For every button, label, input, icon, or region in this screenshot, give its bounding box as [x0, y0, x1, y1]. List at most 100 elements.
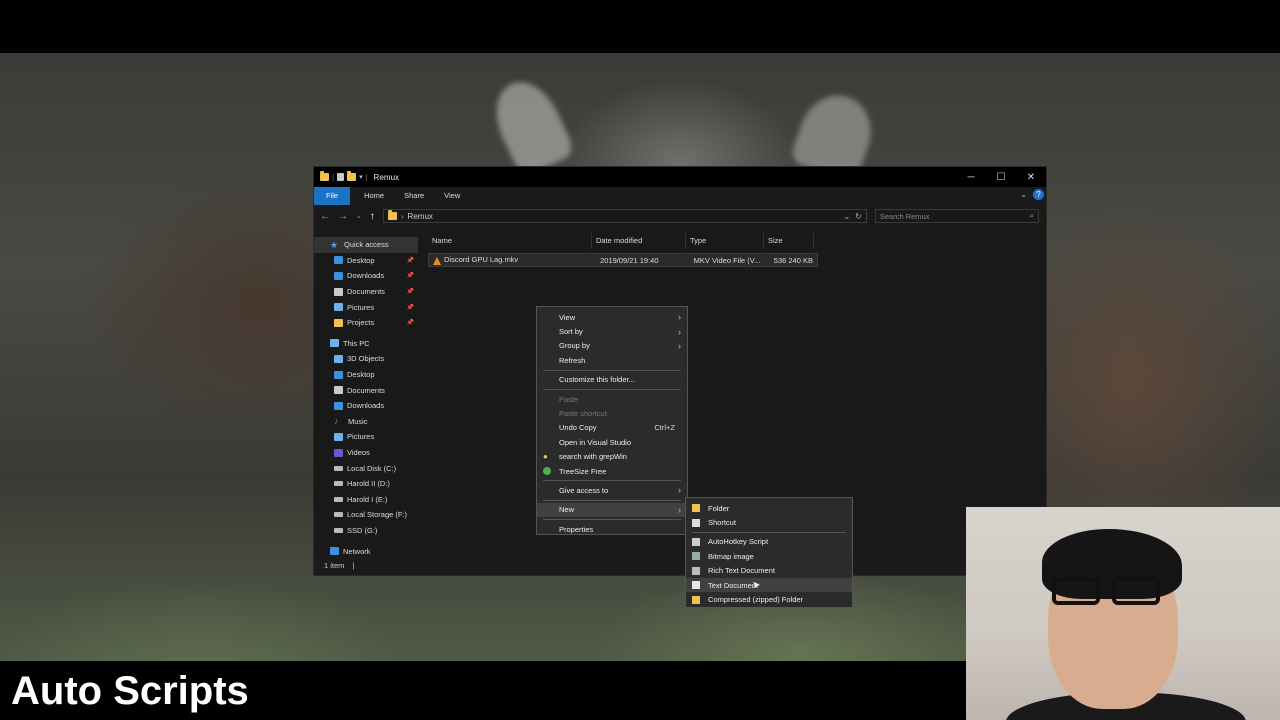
menu-item-paste[interactable]: Paste	[537, 392, 687, 406]
forward-icon[interactable]: →	[338, 211, 348, 222]
menu-separator	[692, 531, 846, 533]
image-icon	[692, 552, 700, 561]
nav-item-drive-e[interactable]: Harold I (E:)	[314, 492, 418, 508]
ribbon: File Home Share View ⌄ ?	[314, 187, 1046, 205]
nav-item-drive-f[interactable]: Local Storage (F:)	[314, 507, 418, 523]
nav-item-downloads-pc[interactable]: Downloads	[314, 398, 418, 414]
nav-this-pc[interactable]: This PC	[314, 336, 418, 352]
nav-quick-access[interactable]: ★ Quick access	[314, 237, 418, 253]
nav-item-drive-c[interactable]: Local Disk (C:)	[314, 460, 418, 476]
customize-toolbar-icon[interactable]: ▾	[359, 173, 363, 181]
nav-item-pictures-pc[interactable]: Pictures	[314, 429, 418, 445]
file-row[interactable]: Discord GPU Lag.mkv 2019/09/21 19:40 MKV…	[428, 253, 818, 267]
nav-item-downloads[interactable]: Downloads 📌	[314, 268, 418, 284]
menu-item-undo-copy[interactable]: Undo Copy Ctrl+Z	[537, 421, 687, 435]
menu-separator	[543, 388, 681, 390]
up-icon[interactable]: ↑	[370, 211, 375, 222]
desktop-icon	[334, 370, 343, 379]
folder-icon	[387, 210, 397, 220]
recent-locations-icon[interactable]: ⌄	[356, 212, 362, 220]
column-size[interactable]: Size	[764, 233, 814, 249]
new-item-rich-text[interactable]: Rich Text Document	[686, 564, 852, 578]
column-name[interactable]: Name	[418, 233, 592, 249]
properties-icon[interactable]	[337, 173, 345, 181]
menu-item-refresh[interactable]: Refresh	[537, 353, 687, 367]
address-bar-row: ← → ⌄ ↑ › Remux ⌄ ↻ Search Remux ⌕	[314, 205, 1046, 227]
new-item-shortcut[interactable]: Shortcut	[686, 515, 852, 529]
help-icon[interactable]: ?	[1033, 189, 1044, 200]
nav-item-pictures[interactable]: Pictures 📌	[314, 299, 418, 315]
video-caption: Auto Scripts	[0, 661, 966, 720]
tab-view[interactable]: View	[434, 187, 470, 205]
nav-item-drive-g[interactable]: SSD (G:)	[314, 523, 418, 539]
menu-item-group-by[interactable]: Group by ›	[537, 339, 687, 353]
drive-icon	[334, 496, 343, 502]
maximize-button[interactable]: ☐	[986, 172, 1016, 183]
nav-item-documents-pc[interactable]: Documents	[314, 382, 418, 398]
3d-objects-icon	[334, 354, 343, 363]
nav-item-documents[interactable]: Documents 📌	[314, 284, 418, 300]
item-count: 1 item	[324, 561, 345, 570]
menu-item-view[interactable]: View ›	[537, 310, 687, 324]
webcam-overlay	[966, 507, 1280, 720]
menu-item-customize[interactable]: Customize this folder...	[537, 373, 687, 387]
chevron-right-icon: ›	[678, 504, 681, 515]
file-date: 2019/09/21 19:40	[600, 255, 659, 265]
chevron-right-icon: ›	[678, 326, 681, 337]
menu-item-grepwin[interactable]: ● search with grepWin	[537, 450, 687, 464]
star-icon: ★	[330, 239, 339, 250]
menu-item-treesize[interactable]: TreeSize Free	[537, 464, 687, 478]
folder-icon	[334, 318, 343, 327]
search-input[interactable]: Search Remux ⌕	[874, 209, 1039, 223]
close-button[interactable]: ✕	[1016, 172, 1046, 183]
new-folder-icon[interactable]	[347, 171, 357, 181]
address-dropdown-icon[interactable]: ⌄	[843, 212, 850, 221]
new-item-autohotkey[interactable]: AutoHotkey Script	[686, 535, 852, 549]
menu-item-open-visual-studio[interactable]: Open in Visual Studio	[537, 435, 687, 449]
nav-item-projects[interactable]: Projects 📌	[314, 315, 418, 331]
menu-item-new[interactable]: New ›	[537, 502, 687, 518]
music-icon: ♪	[334, 416, 339, 427]
column-date-modified[interactable]: Date modified	[592, 233, 686, 249]
nav-item-drive-d[interactable]: Harold II (D:)	[314, 476, 418, 492]
address-bar[interactable]: › Remux ⌄ ↻	[382, 209, 867, 223]
nav-item-desktop-pc[interactable]: Desktop	[314, 367, 418, 383]
pictures-icon	[334, 432, 343, 441]
tab-home[interactable]: Home	[354, 187, 394, 205]
column-headers: Name Date modified Type Size	[418, 233, 1046, 249]
refresh-icon[interactable]: ↻	[855, 212, 862, 221]
nav-item-videos[interactable]: Videos	[314, 445, 418, 461]
new-item-bitmap[interactable]: Bitmap image	[686, 549, 852, 563]
menu-item-paste-shortcut[interactable]: Paste shortcut	[537, 406, 687, 420]
nav-item-music[interactable]: ♪ Music	[314, 414, 418, 430]
documents-icon	[334, 287, 343, 296]
grepwin-icon: ●	[543, 451, 548, 461]
tab-file[interactable]: File	[314, 187, 351, 205]
new-item-zip[interactable]: Compressed (zipped) Folder	[686, 592, 852, 606]
menu-item-give-access[interactable]: Give access to ›	[537, 483, 687, 497]
network-icon	[330, 547, 339, 556]
back-icon[interactable]: ←	[320, 211, 330, 222]
tab-share[interactable]: Share	[394, 187, 434, 205]
shortcut-hint: Ctrl+Z	[654, 423, 675, 433]
pin-icon: 📌	[406, 257, 414, 264]
menu-separator	[543, 480, 681, 482]
window-title: Remux	[373, 172, 400, 182]
drive-icon	[334, 527, 343, 533]
quick-access-toolbar: | ▾ |	[320, 171, 368, 182]
nav-item-3d-objects[interactable]: 3D Objects	[314, 351, 418, 367]
menu-item-properties[interactable]: Properties	[537, 522, 687, 536]
minimize-button[interactable]: ─	[956, 172, 986, 183]
expand-ribbon-icon[interactable]: ⌄	[1020, 190, 1027, 199]
menu-item-sort-by[interactable]: Sort by ›	[537, 324, 687, 338]
treesize-icon	[543, 467, 551, 476]
menu-separator	[543, 519, 681, 521]
downloads-icon	[334, 401, 343, 410]
new-item-folder[interactable]: Folder	[686, 501, 852, 515]
nav-item-desktop[interactable]: Desktop 📌	[314, 253, 418, 269]
breadcrumb[interactable]: Remux	[408, 212, 433, 221]
new-item-text-document[interactable]: Text Document ➤	[686, 577, 852, 593]
downloads-icon	[334, 271, 343, 280]
search-placeholder: Search Remux	[879, 211, 930, 221]
column-type[interactable]: Type	[686, 233, 764, 249]
